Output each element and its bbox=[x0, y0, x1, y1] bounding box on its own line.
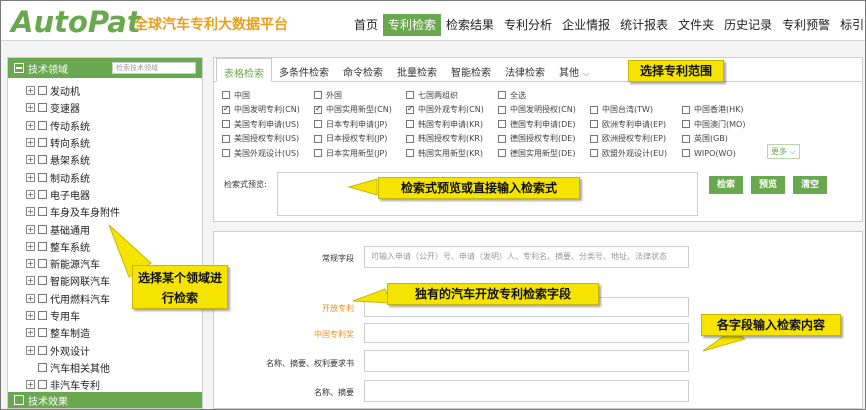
callout-scope: 选择专利范围 bbox=[628, 60, 724, 82]
callout-unique: 独有的汽车开放专利检索字段 bbox=[387, 283, 599, 305]
callout-domain: 选择某个领域进行检索 bbox=[132, 265, 228, 309]
app-window: AutoPat 全球汽车专利大数据平台 首页 专利检索 检索结果 专利分析 企业情报 统计… bbox=[0, 0, 866, 410]
callout-preview: 检索式预览或直接输入检索式 bbox=[378, 177, 580, 199]
callout-arrows bbox=[108, 178, 747, 352]
callout-fields: 各字段输入检索内容 bbox=[701, 314, 841, 336]
arrow-unique bbox=[352, 288, 392, 304]
arrow-preview bbox=[347, 178, 378, 196]
